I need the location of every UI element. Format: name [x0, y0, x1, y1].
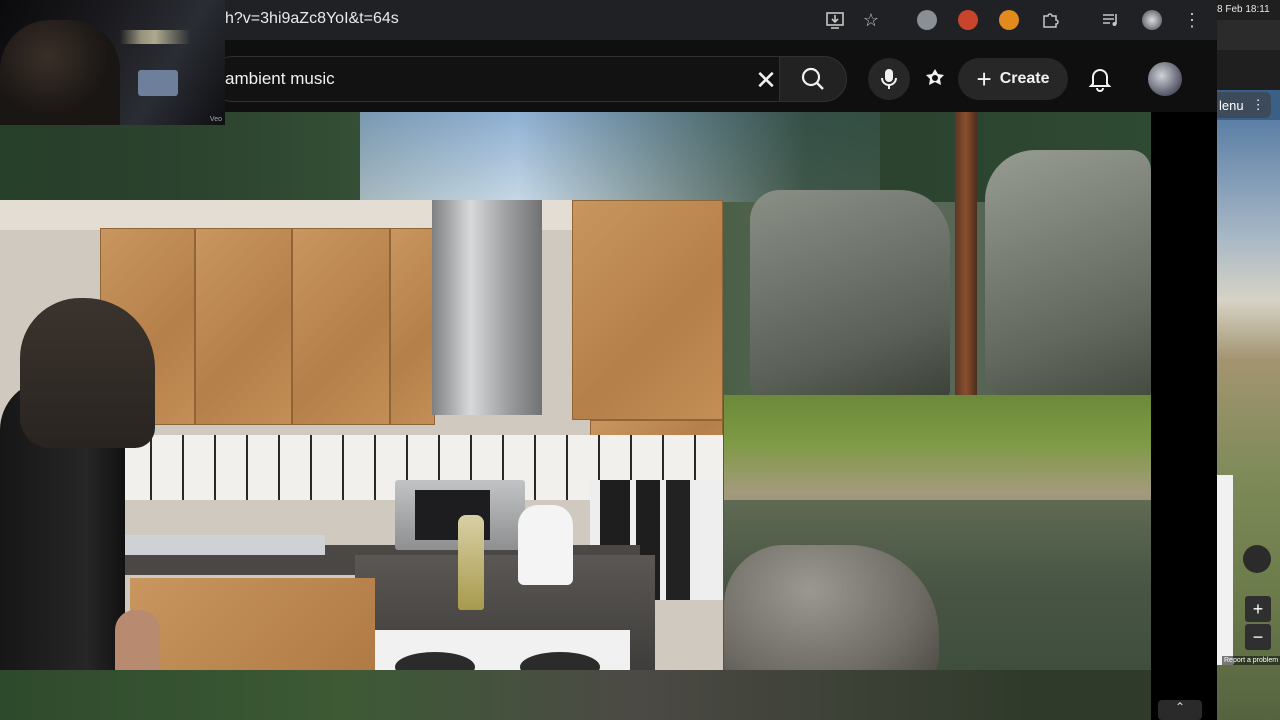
gemini-button[interactable] [914, 58, 956, 100]
kitchen-cabinet [195, 228, 292, 425]
avatar[interactable] [1148, 62, 1182, 96]
more-vert-icon[interactable]: ⋮ [1180, 8, 1204, 32]
webcam-tag: Veo [209, 116, 222, 123]
profile-icon[interactable] [1142, 10, 1162, 30]
extension-orange-icon[interactable] [999, 10, 1019, 30]
kitchen-extractor-hood [432, 200, 542, 415]
zoom-out-button[interactable]: − [1245, 624, 1271, 650]
search-query: ambient music [225, 69, 335, 88]
chevron-up-icon[interactable]: ⌃ [1158, 700, 1202, 720]
kitchen-camera-overlay [0, 200, 723, 670]
video-letterbox [1151, 112, 1217, 720]
video-tree-trunk [955, 112, 977, 402]
gemini-icon [926, 69, 944, 85]
toolbar [1217, 50, 1280, 90]
video-foreground [0, 670, 1151, 720]
kitchen-person [0, 250, 160, 670]
map-side-panel [1217, 475, 1233, 665]
video-grass [724, 395, 1151, 515]
search-icon [801, 67, 824, 90]
menu-label: lenu [1219, 97, 1244, 113]
puzzle-icon[interactable] [1038, 8, 1062, 32]
cam-dashboard-screen [138, 70, 178, 96]
search-input[interactable]: ambient music ✕ [210, 56, 790, 102]
oil-bottle [458, 515, 484, 610]
compass-icon[interactable] [1243, 545, 1271, 573]
zoom-in-button[interactable]: + [1245, 596, 1271, 622]
create-button[interactable]: + Create [958, 58, 1068, 100]
address-bar[interactable]: h?v=3hi9aZc8YoI&t=64s [225, 10, 399, 28]
clear-icon[interactable]: ✕ [749, 63, 783, 97]
mic-icon [881, 69, 897, 89]
menu-button[interactable]: lenu ⋮ [1217, 92, 1271, 118]
menu-bar: 8 Feb 18:11 [1217, 0, 1280, 20]
kitchen-base-cabinet [130, 578, 375, 670]
kettle [518, 505, 573, 585]
extension-owl-icon[interactable] [917, 10, 937, 30]
report-problem-link[interactable]: Report a problem [1222, 656, 1280, 665]
bell-icon [1088, 69, 1112, 92]
webcam-overlay: Veo [0, 0, 225, 125]
person-arm [115, 610, 160, 670]
more-vert-icon: ⋮ [1251, 97, 1265, 112]
media-control-icon[interactable] [1099, 8, 1123, 32]
create-label: Create [999, 70, 1050, 87]
extension-red-icon[interactable] [958, 10, 978, 30]
search-button[interactable] [779, 56, 847, 102]
screen: ⌃ h?v=3hi9aZc8YoI&t=64s ☆ ⋮ ambient musi… [0, 0, 1280, 720]
download-icon[interactable] [823, 8, 847, 32]
video-rock [985, 150, 1151, 400]
cam-driver [0, 20, 120, 125]
video-rock [750, 190, 950, 400]
kitchen-cabinet [390, 228, 435, 425]
voice-search-button[interactable] [868, 58, 910, 100]
star-icon[interactable]: ☆ [859, 8, 883, 32]
kitchen-cabinet [292, 228, 390, 425]
plus-icon: + [976, 64, 992, 94]
kitchen-cabinet [572, 200, 723, 420]
clock: 8 Feb 18:11 [1217, 4, 1270, 15]
notifications-button[interactable] [1083, 62, 1117, 96]
video-trees [0, 112, 1151, 202]
cam-street-lights [120, 30, 190, 44]
tab-strip [1217, 20, 1280, 50]
person-hair [20, 298, 155, 448]
